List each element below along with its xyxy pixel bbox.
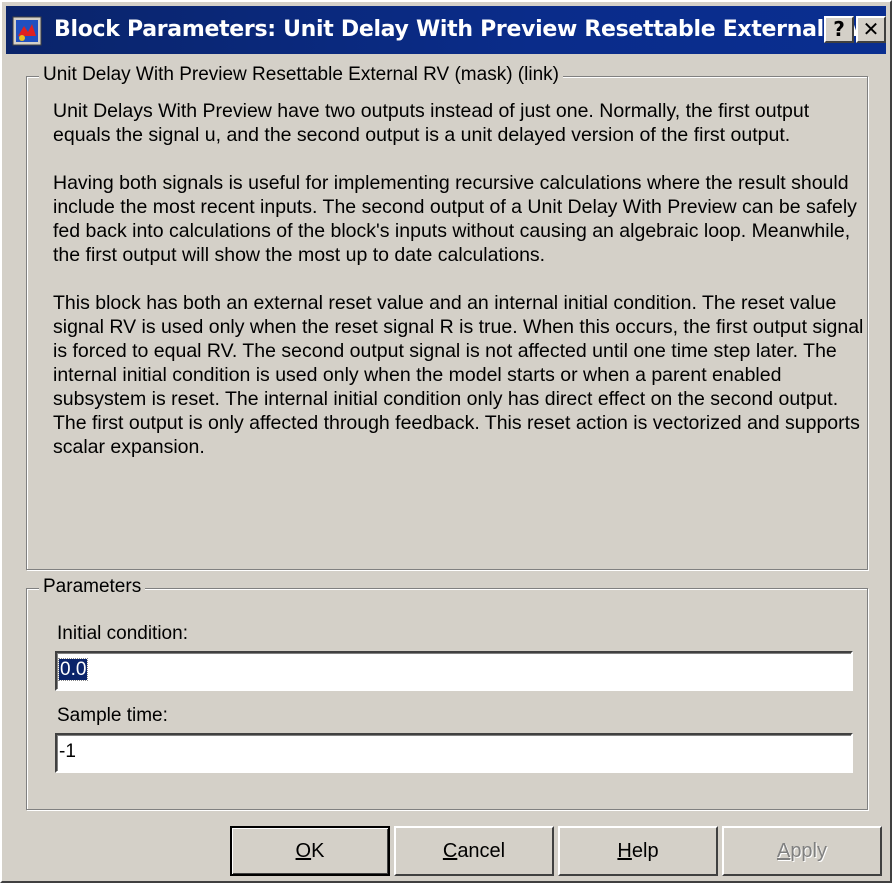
initial-condition-label: Initial condition:	[57, 623, 188, 644]
title-bar[interactable]: Block Parameters: Unit Delay With Previe…	[6, 6, 886, 54]
apply-mnemonic: A	[776, 840, 791, 862]
parameters-group-title: Parameters	[39, 576, 146, 598]
ok-mnemonic: O	[295, 840, 312, 862]
sample-time-input[interactable]: -1	[55, 733, 853, 773]
ok-button[interactable]: OK	[230, 826, 390, 876]
help-label-rest: elp	[631, 840, 659, 862]
cancel-label-rest: ancel	[457, 840, 506, 862]
block-parameters-dialog: Block Parameters: Unit Delay With Previe…	[0, 0, 892, 883]
description-group: Unit Delay With Preview Resettable Exter…	[26, 64, 868, 570]
close-button[interactable]: ✕	[856, 16, 886, 43]
help-title-button[interactable]: ?	[824, 16, 854, 43]
ok-label-rest: K	[311, 840, 325, 862]
description-paragraph-3: This block has both an external reset va…	[53, 292, 864, 458]
initial-condition-input[interactable]: 0.0	[55, 651, 853, 691]
parameters-group: Parameters Initial condition: 0.0 Sample…	[26, 576, 868, 810]
initial-condition-value: 0.0	[57, 658, 89, 681]
close-icon: ✕	[862, 17, 880, 41]
apply-button[interactable]: Apply	[722, 826, 882, 876]
help-button[interactable]: Help	[558, 826, 718, 876]
help-mnemonic: H	[617, 840, 632, 862]
cancel-mnemonic: C	[442, 840, 458, 862]
apply-label-rest: pply	[790, 840, 828, 862]
window-title: Block Parameters: Unit Delay With Previe…	[54, 17, 865, 42]
description-group-title: Unit Delay With Preview Resettable Exter…	[39, 64, 563, 86]
sample-time-label: Sample time:	[57, 705, 168, 726]
description-paragraph-2: Having both signals is useful for implem…	[53, 172, 857, 266]
cancel-button[interactable]: Cancel	[394, 826, 554, 876]
sample-time-value: -1	[59, 741, 76, 762]
simulink-block-icon	[12, 16, 42, 46]
description-text: Unit Delays With Preview have two output…	[53, 99, 865, 483]
description-paragraph-1: Unit Delays With Preview have two output…	[53, 100, 810, 146]
